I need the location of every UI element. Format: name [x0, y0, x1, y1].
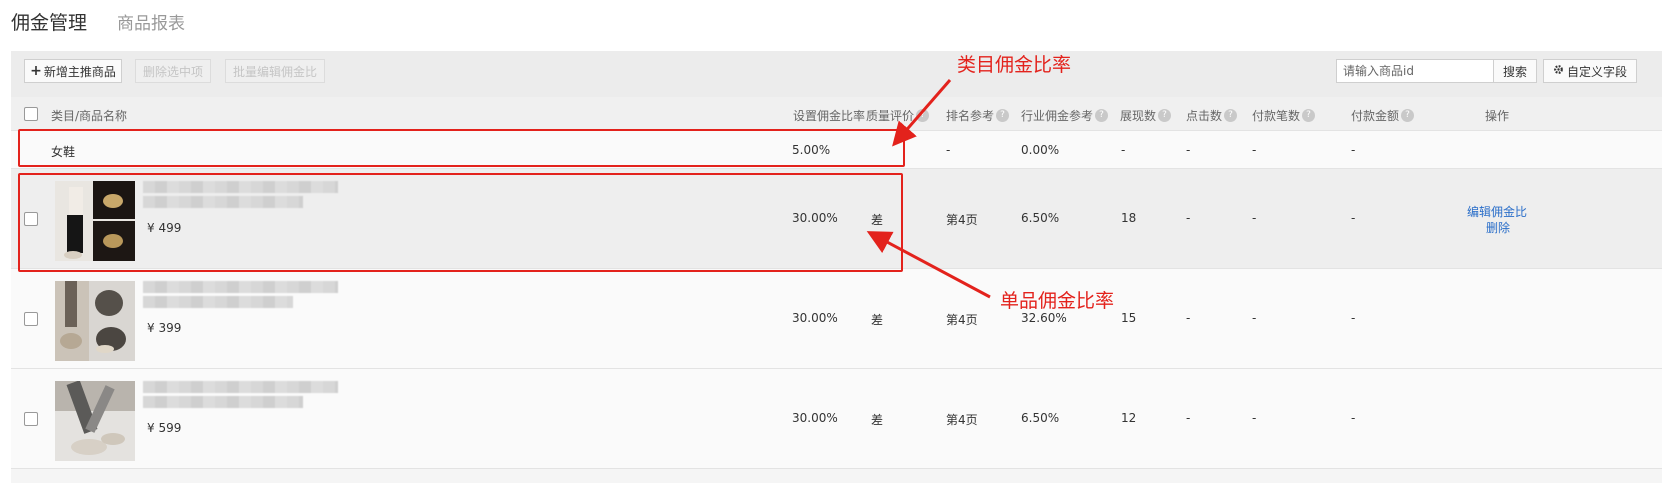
- product-id-search-input[interactable]: [1336, 59, 1494, 83]
- product-orders: -: [1252, 311, 1257, 325]
- col-quality-header: 质量评价?: [866, 107, 930, 124]
- product-views: 12: [1121, 411, 1137, 425]
- question-icon[interactable]: ?: [996, 109, 1010, 122]
- row-checkbox[interactable]: [24, 412, 38, 426]
- delete-selected-button[interactable]: 删除选中项: [135, 59, 211, 83]
- category-rate-highlight-box: [18, 129, 905, 167]
- product-title-blurred: [143, 396, 303, 408]
- product-thumbnail[interactable]: [55, 381, 135, 461]
- product-clicks: -: [1186, 311, 1191, 325]
- col-rank-header: 排名参考?: [946, 107, 1010, 124]
- batch-edit-commission-button[interactable]: 批量编辑佣金比: [225, 59, 325, 83]
- product-quality: 差: [871, 413, 884, 427]
- col-rate-header: 设置佣金比率: [793, 109, 866, 123]
- product-clicks: -: [1186, 411, 1191, 425]
- product-title-blurred: [143, 296, 293, 308]
- product-title-blurred: [143, 381, 338, 393]
- product-rank: 第4页: [946, 313, 978, 327]
- product-amount: -: [1351, 211, 1356, 225]
- product-rate: 30.00%: [792, 311, 838, 325]
- product-views: 18: [1121, 211, 1137, 225]
- product-title-blurred: [143, 281, 338, 293]
- col-ops-header: 操作: [1485, 109, 1510, 123]
- product-quality: 差: [871, 313, 884, 327]
- tab-commission-management[interactable]: 佣金管理: [11, 8, 87, 35]
- product-orders: -: [1252, 411, 1257, 425]
- custom-fields-button[interactable]: 自定义字段: [1543, 59, 1637, 83]
- product-amount: -: [1351, 411, 1356, 425]
- category-rate-annotation: 类目佣金比率: [957, 54, 1072, 76]
- col-clicks-header: 点击数?: [1186, 107, 1238, 124]
- page-tabs: 佣金管理 商品报表: [11, 8, 185, 36]
- col-industry-header: 行业佣金参考?: [1021, 107, 1109, 124]
- category-clicks: -: [1186, 143, 1191, 157]
- product-clicks: -: [1186, 211, 1191, 225]
- col-name-header: 类目/商品名称: [51, 109, 128, 123]
- product-industry-rate: 6.50%: [1021, 411, 1060, 425]
- category-rank: -: [946, 143, 951, 157]
- product-thumbnail[interactable]: [55, 281, 135, 361]
- category-orders: -: [1252, 143, 1257, 157]
- col-orders-header: 付款笔数?: [1252, 107, 1316, 124]
- question-icon[interactable]: ?: [1095, 109, 1109, 122]
- product-rank: 第4页: [946, 413, 978, 427]
- question-icon[interactable]: ?: [916, 109, 930, 122]
- table-row: ¥ 399 30.00% 差 第4页 32.60% 15 - - -: [11, 269, 1662, 369]
- gear-icon: [1553, 64, 1564, 78]
- add-promoted-product-button[interactable]: + 新增主推商品: [24, 59, 122, 83]
- select-all-checkbox[interactable]: [24, 107, 38, 121]
- product-rate-highlight-box: [18, 173, 903, 272]
- product-rank: 第4页: [946, 213, 978, 227]
- row-checkbox[interactable]: [24, 312, 38, 326]
- product-rate: 30.00%: [792, 411, 838, 425]
- search-button[interactable]: 搜索: [1493, 59, 1537, 83]
- question-icon[interactable]: ?: [1302, 109, 1316, 122]
- product-price: ¥ 599: [147, 421, 182, 435]
- tab-product-report[interactable]: 商品报表: [117, 9, 185, 34]
- question-icon[interactable]: ?: [1401, 109, 1415, 122]
- col-amount-header: 付款金额?: [1351, 107, 1415, 124]
- plus-icon: +: [30, 63, 42, 79]
- col-views-header: 展现数?: [1120, 107, 1172, 124]
- product-industry-rate: 6.50%: [1021, 211, 1060, 225]
- product-industry-rate: 32.60%: [1021, 311, 1067, 325]
- product-amount: -: [1351, 311, 1356, 325]
- question-icon[interactable]: ?: [1224, 109, 1238, 122]
- toolbar: + 新增主推商品 删除选中项 批量编辑佣金比 搜索 自定义字段: [11, 51, 1662, 97]
- edit-commission-link[interactable]: 编辑佣金比: [1467, 203, 1527, 220]
- product-price: ¥ 399: [147, 321, 182, 335]
- table-row: ¥ 599 30.00% 差 第4页 6.50% 12 - - -: [11, 369, 1662, 469]
- product-rate-annotation: 单品佣金比率: [1000, 290, 1115, 312]
- table-header: 类目/商品名称 设置佣金比率 质量评价? 排名参考? 行业佣金参考? 展现数? …: [11, 97, 1662, 131]
- product-orders: -: [1252, 211, 1257, 225]
- question-icon[interactable]: ?: [1158, 109, 1172, 122]
- category-industry-rate: 0.00%: [1021, 143, 1060, 157]
- category-amount: -: [1351, 143, 1356, 157]
- category-views: -: [1121, 143, 1126, 157]
- product-views: 15: [1121, 311, 1137, 325]
- delete-link[interactable]: 删除: [1486, 219, 1510, 236]
